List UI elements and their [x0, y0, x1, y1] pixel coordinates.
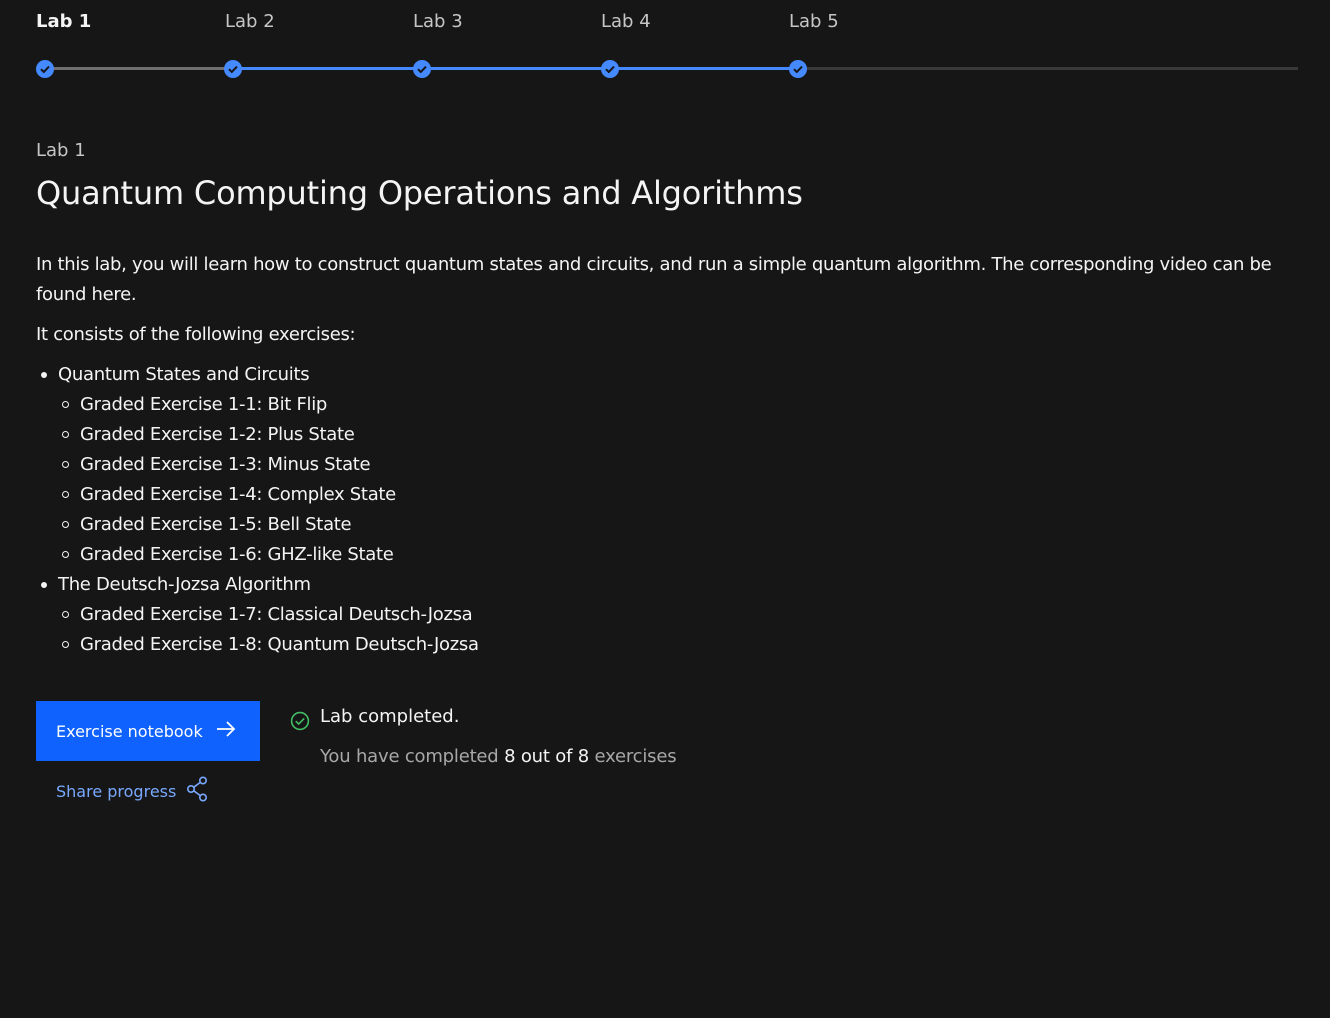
step-complete-icon[interactable]	[601, 60, 619, 78]
list-item: Graded Exercise 1-7: Classical Deutsch-J…	[58, 600, 479, 630]
list-item: Quantum States and Circuits Graded Exerc…	[36, 360, 479, 570]
step-complete-icon[interactable]	[413, 60, 431, 78]
exercise-list: Quantum States and Circuits Graded Exerc…	[36, 360, 479, 660]
status-title: Lab completed.	[320, 706, 460, 727]
exercise-notebook-button[interactable]: Exercise notebook	[36, 701, 260, 761]
share-progress-label: Share progress	[56, 781, 177, 801]
status-detail-suffix: exercises	[594, 746, 677, 767]
list-item: The Deutsch-Jozsa Algorithm Graded Exerc…	[36, 570, 479, 660]
list-item: Graded Exercise 1-2: Plus State	[58, 420, 479, 450]
list-item: Graded Exercise 1-6: GHZ-like State	[58, 540, 479, 570]
step-complete-icon[interactable]	[36, 60, 54, 78]
stepper-track-segment-2	[233, 67, 422, 70]
exercise-notebook-label: Exercise notebook	[56, 721, 203, 741]
step-label-lab-2[interactable]: Lab 2	[225, 11, 275, 32]
exercise-sublist: Graded Exercise 1-1: Bit Flip Graded Exe…	[58, 390, 479, 570]
step-complete-icon[interactable]	[224, 60, 242, 78]
list-item: Graded Exercise 1-1: Bit Flip	[58, 390, 479, 420]
lab-eyebrow: Lab 1	[36, 140, 86, 161]
arrow-right-icon	[215, 720, 237, 742]
lab-progress-stepper: Lab 1 Lab 2 Lab 3 Lab 4 Lab 5	[0, 0, 1330, 90]
list-item: Graded Exercise 1-4: Complex State	[58, 480, 479, 510]
status-detail-prefix: You have completed	[320, 746, 499, 767]
exercise-group-label: Quantum States and Circuits	[58, 364, 310, 385]
stepper-track-segment-4	[610, 67, 798, 70]
exercises-heading: It consists of the following exercises:	[36, 324, 356, 345]
checkmark-outline-icon	[290, 711, 310, 735]
stepper-track-segment-3	[422, 67, 610, 70]
step-label-lab-1[interactable]: Lab 1	[36, 11, 91, 32]
step-label-lab-5[interactable]: Lab 5	[789, 11, 839, 32]
status-detail: You have completed 8 out of 8 exercises	[320, 746, 677, 767]
status-detail-count: 8 out of 8	[504, 746, 589, 767]
share-icon	[186, 776, 210, 806]
step-complete-icon[interactable]	[789, 60, 807, 78]
step-label-lab-3[interactable]: Lab 3	[413, 11, 463, 32]
share-progress-link[interactable]: Share progress	[56, 776, 210, 806]
exercise-group-label: The Deutsch-Jozsa Algorithm	[58, 574, 311, 595]
step-label-lab-4[interactable]: Lab 4	[601, 11, 651, 32]
stepper-track-segment-1	[45, 67, 233, 70]
list-item: Graded Exercise 1-5: Bell State	[58, 510, 479, 540]
list-item: Graded Exercise 1-8: Quantum Deutsch-Joz…	[58, 630, 479, 660]
list-item: Graded Exercise 1-3: Minus State	[58, 450, 479, 480]
page-title: Quantum Computing Operations and Algorit…	[36, 174, 803, 212]
lab-description: In this lab, you will learn how to const…	[36, 254, 1272, 305]
exercise-sublist: Graded Exercise 1-7: Classical Deutsch-J…	[58, 600, 479, 660]
